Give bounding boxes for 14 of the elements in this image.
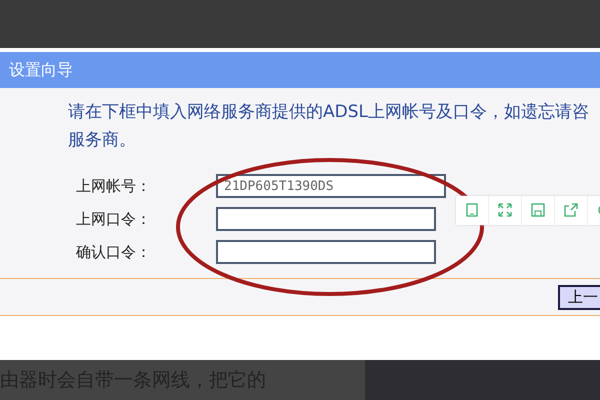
password-field[interactable] xyxy=(216,240,436,264)
expand-icon[interactable] xyxy=(497,202,513,218)
save-icon[interactable] xyxy=(530,202,546,218)
tablet-icon[interactable] xyxy=(464,202,480,218)
back-button[interactable]: 上一 xyxy=(558,284,600,310)
share-icon[interactable] xyxy=(563,202,579,218)
instruction-text: 请在下框中填入网络服务商提供的ADSL上网帐号及口令，如遗忘请咨 xyxy=(68,101,590,124)
password-field[interactable] xyxy=(216,207,436,231)
field-label: 确认口令： xyxy=(76,242,152,262)
field-label: 上网口令： xyxy=(76,210,152,228)
account-field[interactable]: 21DP605T1390DS xyxy=(216,174,446,198)
wizard-title: 设置向导 xyxy=(0,52,600,88)
instruction-text: 服务商。 xyxy=(68,129,137,152)
field-label: 上网帐号： xyxy=(76,176,152,196)
